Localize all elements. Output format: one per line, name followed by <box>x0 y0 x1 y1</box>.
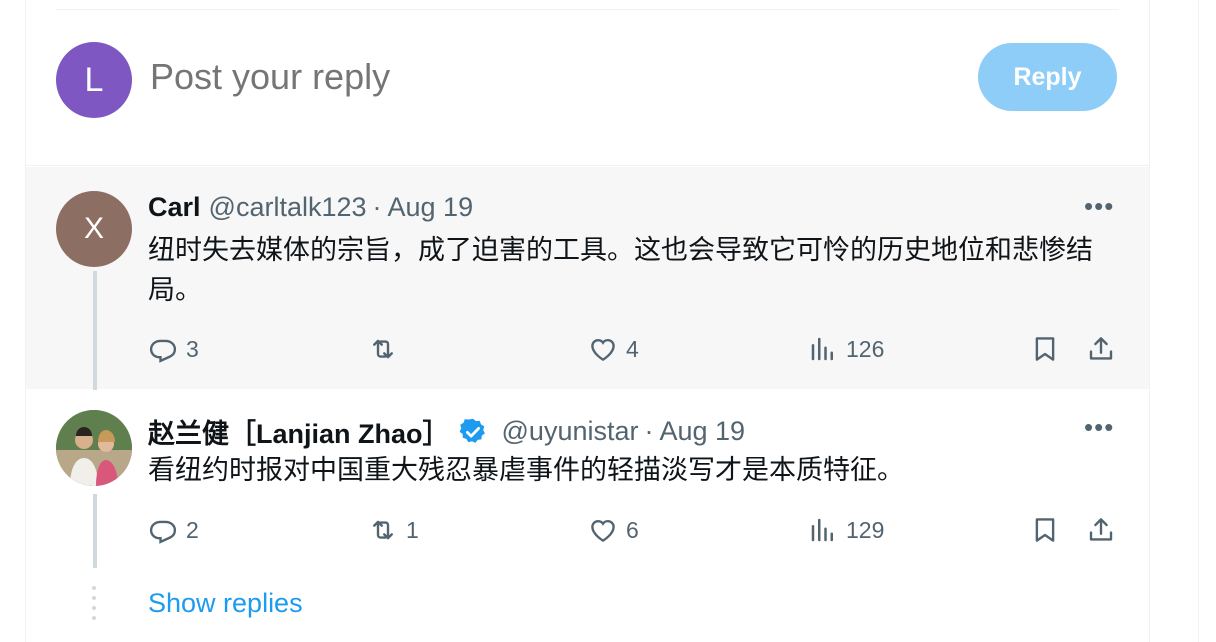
thread-continuation-dots <box>92 586 96 620</box>
reply-button[interactable]: Reply <box>978 43 1117 111</box>
view-count: 129 <box>846 516 885 543</box>
show-replies-link[interactable]: Show replies <box>148 588 303 619</box>
like-action[interactable]: 6 <box>588 510 639 550</box>
reply-icon <box>149 520 177 544</box>
author-handle[interactable]: @carltalk123 <box>209 192 367 223</box>
views-icon <box>811 518 833 542</box>
avatar[interactable]: X <box>56 191 132 267</box>
share-action[interactable] <box>1086 329 1116 369</box>
like-count: 4 <box>626 335 639 362</box>
reply-action[interactable]: 3 <box>148 329 199 369</box>
repost-action[interactable] <box>368 329 406 369</box>
views-action[interactable]: 126 <box>808 329 884 369</box>
like-count: 6 <box>626 516 639 543</box>
more-icon[interactable]: ••• <box>1084 191 1114 222</box>
sidebar-divider <box>1198 0 1199 642</box>
share-icon <box>1089 518 1113 541</box>
reply-input[interactable] <box>150 56 850 98</box>
reply-composer: L Reply <box>26 0 1149 166</box>
reply-tweet[interactable]: X Carl @carltalk123 · Aug 19 ••• 纽时失去媒体的… <box>26 167 1149 399</box>
tweet-text: 纽时失去媒体的宗旨，成了迫害的工具。这也会导致它可怜的历史地位和悲惨结局。 <box>148 235 1093 306</box>
repost-icon <box>373 339 393 359</box>
reply-icon <box>149 339 177 363</box>
like-icon <box>591 519 615 543</box>
author-name[interactable]: Carl <box>148 192 201 223</box>
bookmark-icon <box>1035 337 1055 361</box>
thread-line <box>93 271 97 399</box>
bookmark-action[interactable] <box>1030 329 1060 369</box>
reply-count: 3 <box>186 335 199 362</box>
bookmark-icon <box>1035 518 1055 542</box>
thread-line <box>93 494 97 568</box>
share-action[interactable] <box>1086 510 1116 550</box>
reply-action[interactable]: 2 <box>148 510 199 550</box>
like-icon <box>591 338 615 362</box>
tweet-actions: 3 4 126 <box>148 329 1118 369</box>
bookmark-action[interactable] <box>1030 510 1060 550</box>
view-count: 126 <box>846 335 885 362</box>
avatar-letter: L <box>84 60 104 99</box>
author-name[interactable]: 赵兰健［Lanjian Zhao］ <box>148 412 450 451</box>
reply-count: 2 <box>186 516 199 543</box>
like-action[interactable]: 4 <box>588 329 639 369</box>
reply-tweet[interactable]: 赵兰健［Lanjian Zhao］ @uyunistar · Aug 19 ••… <box>26 390 1149 640</box>
repost-action[interactable]: 1 <box>368 510 419 550</box>
verified-badge-icon[interactable] <box>458 417 488 447</box>
tweet-date[interactable]: Aug 19 <box>659 416 745 447</box>
tweet-date[interactable]: Aug 19 <box>388 192 474 223</box>
share-icon <box>1089 337 1113 360</box>
separator: · <box>644 416 654 446</box>
separator: · <box>372 192 382 222</box>
repost-icon <box>373 520 393 540</box>
tweet-header: Carl @carltalk123 · Aug 19 <box>148 192 473 223</box>
avatar-letter: X <box>83 212 104 245</box>
avatar[interactable] <box>56 410 132 486</box>
profile-photo <box>56 410 132 486</box>
author-handle[interactable]: @uyunistar <box>502 416 639 447</box>
views-action[interactable]: 129 <box>808 510 884 550</box>
tweet-actions: 2 1 6 129 <box>148 510 1118 550</box>
views-icon <box>811 337 833 361</box>
conversation-column: L Reply X Carl @carltalk123 · Aug 19 •••… <box>25 0 1150 642</box>
more-icon[interactable]: ••• <box>1084 412 1114 443</box>
tweet-text: 看纽约时报对中国重大残忍暴虐事件的轻描淡写才是本质特征。 <box>148 455 904 486</box>
user-avatar[interactable]: L <box>56 42 132 118</box>
tweet-header: 赵兰健［Lanjian Zhao］ @uyunistar · Aug 19 <box>148 412 745 451</box>
repost-count: 1 <box>406 516 419 543</box>
